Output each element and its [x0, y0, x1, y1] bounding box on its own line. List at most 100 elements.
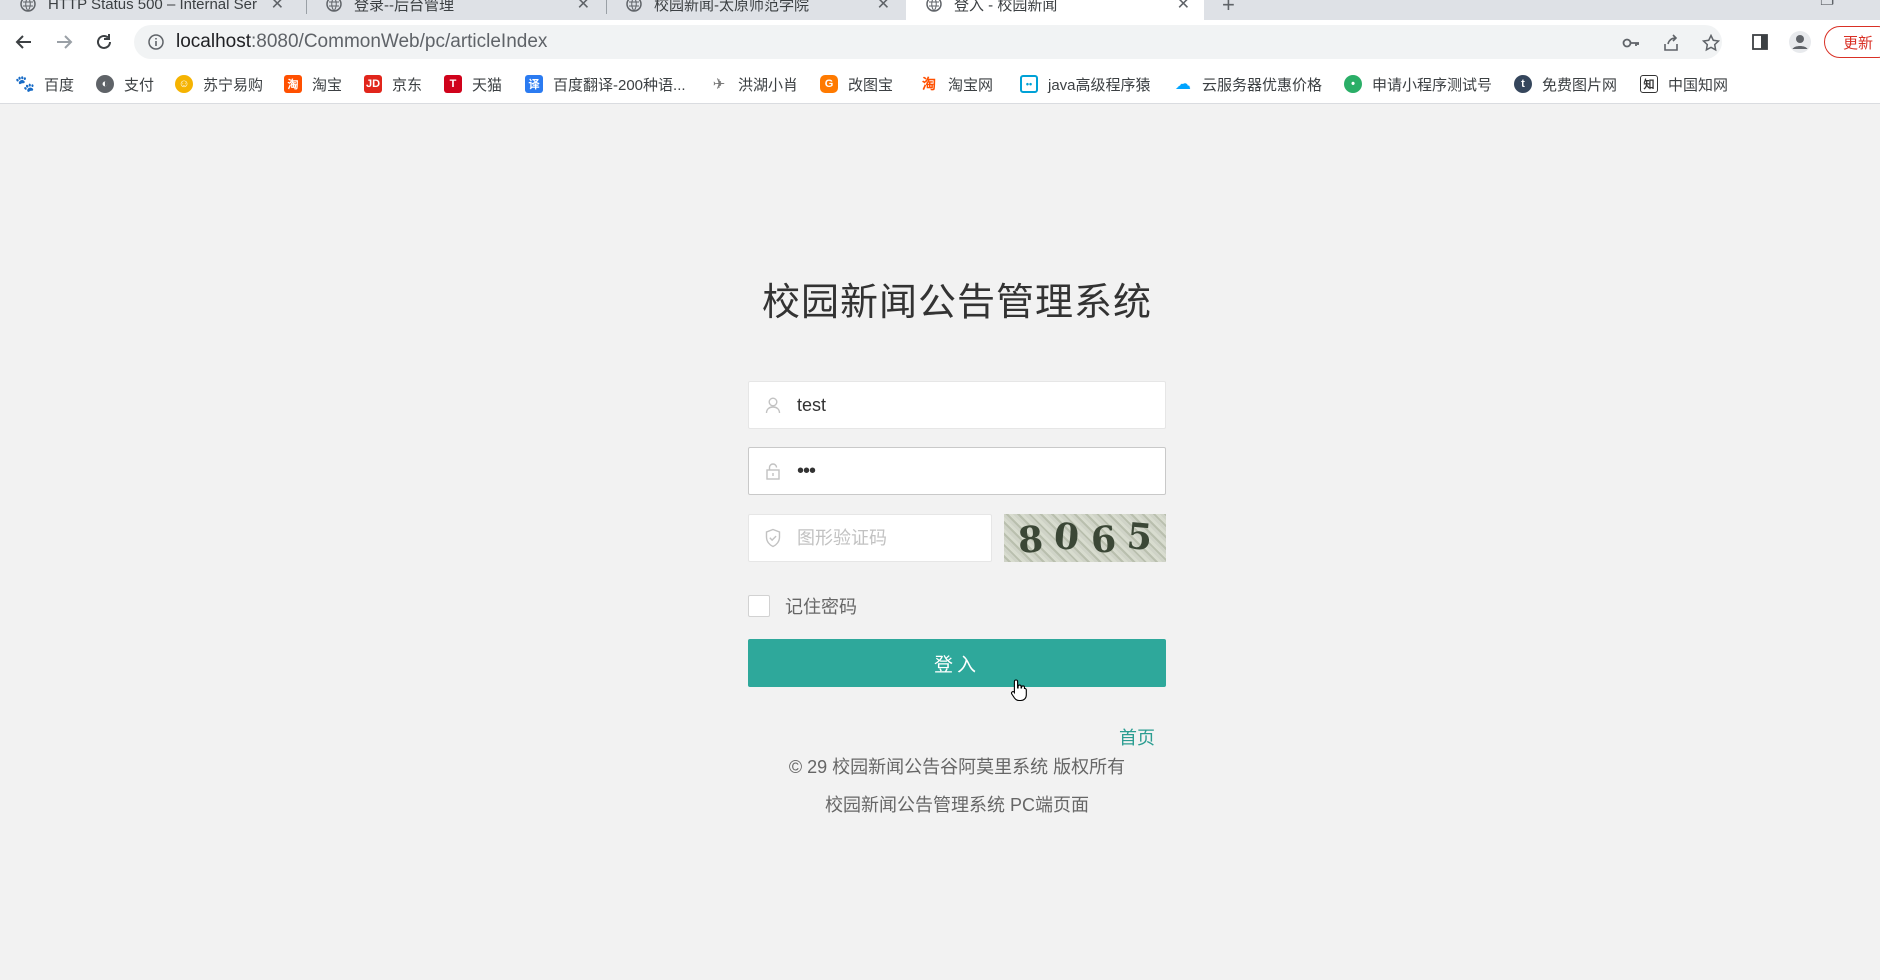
username-input[interactable] [797, 383, 1165, 427]
browser-tab-3[interactable]: 校园新闻-太原师范学院 ✕ [606, 0, 904, 20]
bookmark-label: 支付 [124, 76, 155, 94]
hand-pointer-icon [1010, 679, 1027, 702]
bookmark-java[interactable]: •• java高级程序猿 [1020, 73, 1151, 95]
key-icon[interactable] [1620, 32, 1642, 54]
cloud-icon: ☁ [1175, 76, 1191, 93]
globe-icon [926, 0, 942, 12]
gaitubao-icon: G [820, 75, 838, 93]
cnki-icon: 知 [1640, 75, 1658, 93]
close-icon[interactable]: ✕ [271, 0, 284, 14]
back-button[interactable] [10, 28, 38, 56]
wechat-icon: • [1344, 75, 1362, 93]
bookmark-zhifu[interactable]: ◐ 支付 [96, 73, 154, 95]
address-bar[interactable]: localhost:8080/CommonWeb/pc/articleIndex [134, 25, 1722, 59]
bookmark-label: 百度 [44, 76, 75, 94]
home-link[interactable]: 首页 [1119, 724, 1155, 750]
footer-copyright: © 29 校园新闻公告谷阿莫里系统 版权所有 [788, 757, 1126, 777]
bookmark-label: 百度翻译-200种语... [553, 76, 686, 94]
close-icon[interactable]: ✕ [577, 0, 590, 14]
bookmark-label: 洪湖小肖 [738, 76, 799, 94]
share-icon[interactable] [1660, 32, 1682, 54]
suning-icon: ☺ [175, 75, 193, 93]
info-icon[interactable] [148, 34, 164, 50]
bookmark-honghu[interactable]: ✈ 洪湖小肖 [710, 73, 798, 95]
bookmark-label: 天猫 [472, 76, 503, 94]
url-path: :8080/CommonWeb/pc/articleIndex [251, 31, 548, 52]
window-restore-icon[interactable]: ❐ [1820, 0, 1834, 10]
page-title: 校园新闻公告管理系统 [761, 282, 1152, 324]
bookmark-label: 中国知网 [1668, 76, 1729, 94]
close-icon[interactable]: ✕ [877, 0, 890, 14]
new-tab-button[interactable]: + [1222, 0, 1235, 18]
footer-subtitle: 校园新闻公告管理系统 PC端页面 [824, 795, 1089, 815]
star-icon[interactable] [1700, 32, 1722, 54]
bookmark-suning[interactable]: ☺ 苏宁易购 [175, 73, 263, 95]
bookmark-taobao[interactable]: 淘 淘宝 [284, 73, 342, 95]
captcha-image[interactable]: 8 0 6 5 [1004, 514, 1166, 562]
lock-icon [749, 448, 797, 494]
bookmark-label: 申请小程序测试号 [1372, 76, 1493, 94]
forward-button[interactable] [50, 28, 78, 56]
bookmark-label: 云服务器优惠价格 [1202, 76, 1323, 94]
bookmark-free-images[interactable]: t 免费图片网 [1514, 73, 1617, 95]
update-button[interactable]: 更新 [1824, 26, 1880, 58]
tab-strip: HTTP Status 500 – Internal Ser ✕ 登录--后台管… [0, 0, 1880, 20]
profile-avatar-icon[interactable] [1788, 30, 1812, 54]
globe-icon: ◐ [96, 75, 114, 93]
remember-checkbox[interactable] [748, 595, 770, 617]
bookmark-label: java高级程序猿 [1048, 76, 1151, 94]
captcha-char: 0 [1052, 514, 1082, 560]
bookmark-baidu-translate[interactable]: 译 百度翻译-200种语... [525, 73, 686, 95]
login-page: 校园新闻公告管理系统 ••• 8 0 6 5 记住密码 登入 首页 © 29 校… [0, 105, 1880, 980]
browser-tab-2[interactable]: 登录--后台管理 ✕ [306, 0, 604, 20]
reload-button[interactable] [90, 28, 118, 56]
arrow-left-icon [15, 35, 31, 49]
user-icon [749, 382, 797, 428]
tab-title: 校园新闻-太原师范学院 [654, 0, 809, 14]
bookmark-jd[interactable]: JD 京东 [364, 73, 422, 95]
bilibili-icon: •• [1020, 75, 1038, 93]
tab-title: 登入 - 校园新闻 [954, 0, 1058, 14]
captcha-field[interactable] [748, 514, 1029, 562]
tab-title: HTTP Status 500 – Internal Ser [48, 0, 257, 13]
tmall-icon: T [444, 75, 462, 93]
captcha-char: 8 [1016, 518, 1045, 562]
password-input[interactable]: ••• [797, 449, 1165, 493]
username-field[interactable] [748, 381, 1166, 429]
bookmark-gaitubao[interactable]: G 改图宝 [820, 73, 893, 95]
bookmark-label: 京东 [392, 76, 423, 94]
globe-icon [626, 0, 642, 12]
tab-title: 登录--后台管理 [354, 0, 454, 14]
bookmark-label: 淘宝 [312, 76, 343, 94]
bookmark-label: 免费图片网 [1542, 76, 1618, 94]
browser-toolbar: localhost:8080/CommonWeb/pc/articleIndex… [0, 20, 1880, 64]
close-icon[interactable]: ✕ [1177, 0, 1190, 14]
browser-tab-1[interactable]: HTTP Status 500 – Internal Ser ✕ [0, 0, 298, 20]
shield-icon [749, 515, 797, 561]
captcha-char: 6 [1089, 518, 1118, 562]
side-panel-icon[interactable] [1748, 30, 1772, 54]
tumblr-icon: t [1514, 75, 1532, 93]
captcha-input[interactable] [797, 516, 1029, 560]
taobao-icon: 淘 [284, 75, 302, 93]
jd-icon: JD [364, 75, 382, 93]
bookmark-wechat[interactable]: • 申请小程序测试号 [1344, 73, 1492, 95]
globe-icon [20, 0, 36, 12]
remember-password[interactable]: 记住密码 [748, 593, 857, 619]
browser-tab-active[interactable]: 登入 - 校园新闻 ✕ [906, 0, 1204, 20]
update-label: 更新 [1843, 34, 1874, 52]
login-button[interactable]: 登入 [748, 639, 1166, 687]
bookmark-taobao-net[interactable]: 淘 淘宝网 [920, 73, 993, 95]
globe-icon [326, 0, 342, 12]
password-field[interactable]: ••• [748, 447, 1166, 495]
bookmark-baidu[interactable]: 🐾 百度 [15, 73, 75, 95]
bookmark-label: 改图宝 [848, 76, 894, 94]
bookmark-cnki[interactable]: 知 中国知网 [1640, 73, 1728, 95]
url-text: localhost:8080/CommonWeb/pc/articleIndex [176, 31, 547, 53]
bookmark-label: 苏宁易购 [203, 76, 264, 94]
remember-label: 记住密码 [785, 597, 857, 617]
bookmark-tmall[interactable]: T 天猫 [444, 73, 502, 95]
reload-icon [97, 34, 111, 49]
arrow-right-icon [57, 35, 73, 49]
bookmark-cloud[interactable]: ☁ 云服务器优惠价格 [1174, 73, 1322, 95]
